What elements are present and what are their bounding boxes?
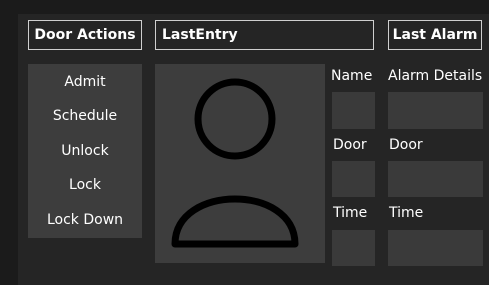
alarm-details-label: Alarm Details (388, 68, 483, 84)
admit-button[interactable]: Admit (28, 67, 142, 97)
entry-time-field (332, 230, 375, 266)
last-alarm-title: Last Alarm (392, 27, 478, 43)
alarm-time-field (388, 230, 483, 266)
schedule-button[interactable]: Schedule (28, 101, 142, 131)
admit-label: Admit (64, 74, 106, 90)
entry-name-field (332, 92, 375, 129)
user-silhouette-icon (171, 78, 299, 248)
lock-button[interactable]: Lock (28, 170, 142, 200)
entry-door-label: Door (333, 137, 367, 153)
unlock-label: Unlock (61, 143, 109, 159)
schedule-label: Schedule (52, 108, 118, 124)
alarm-time-label: Time (389, 205, 424, 221)
entry-door-field (332, 161, 375, 197)
alarm-door-field (388, 161, 483, 197)
last-entry-header: LastEntry (155, 20, 374, 50)
entry-name-label: Name (331, 68, 373, 84)
lock-label: Lock (69, 177, 101, 193)
last-alarm-header: Last Alarm (388, 20, 482, 50)
entry-time-label: Time (333, 205, 368, 221)
lock-down-button[interactable]: Lock Down (28, 205, 142, 235)
door-actions-header: Door Actions (28, 20, 142, 50)
last-entry-title: LastEntry (162, 27, 238, 43)
lock-down-label: Lock Down (46, 212, 124, 228)
door-actions-list: Admit Schedule Unlock Lock Lock Down (28, 64, 142, 238)
alarm-details-field (388, 92, 483, 129)
door-actions-title: Door Actions (34, 27, 136, 43)
alarm-door-label: Door (389, 137, 423, 153)
last-entry-photo (155, 64, 325, 263)
unlock-button[interactable]: Unlock (28, 136, 142, 166)
